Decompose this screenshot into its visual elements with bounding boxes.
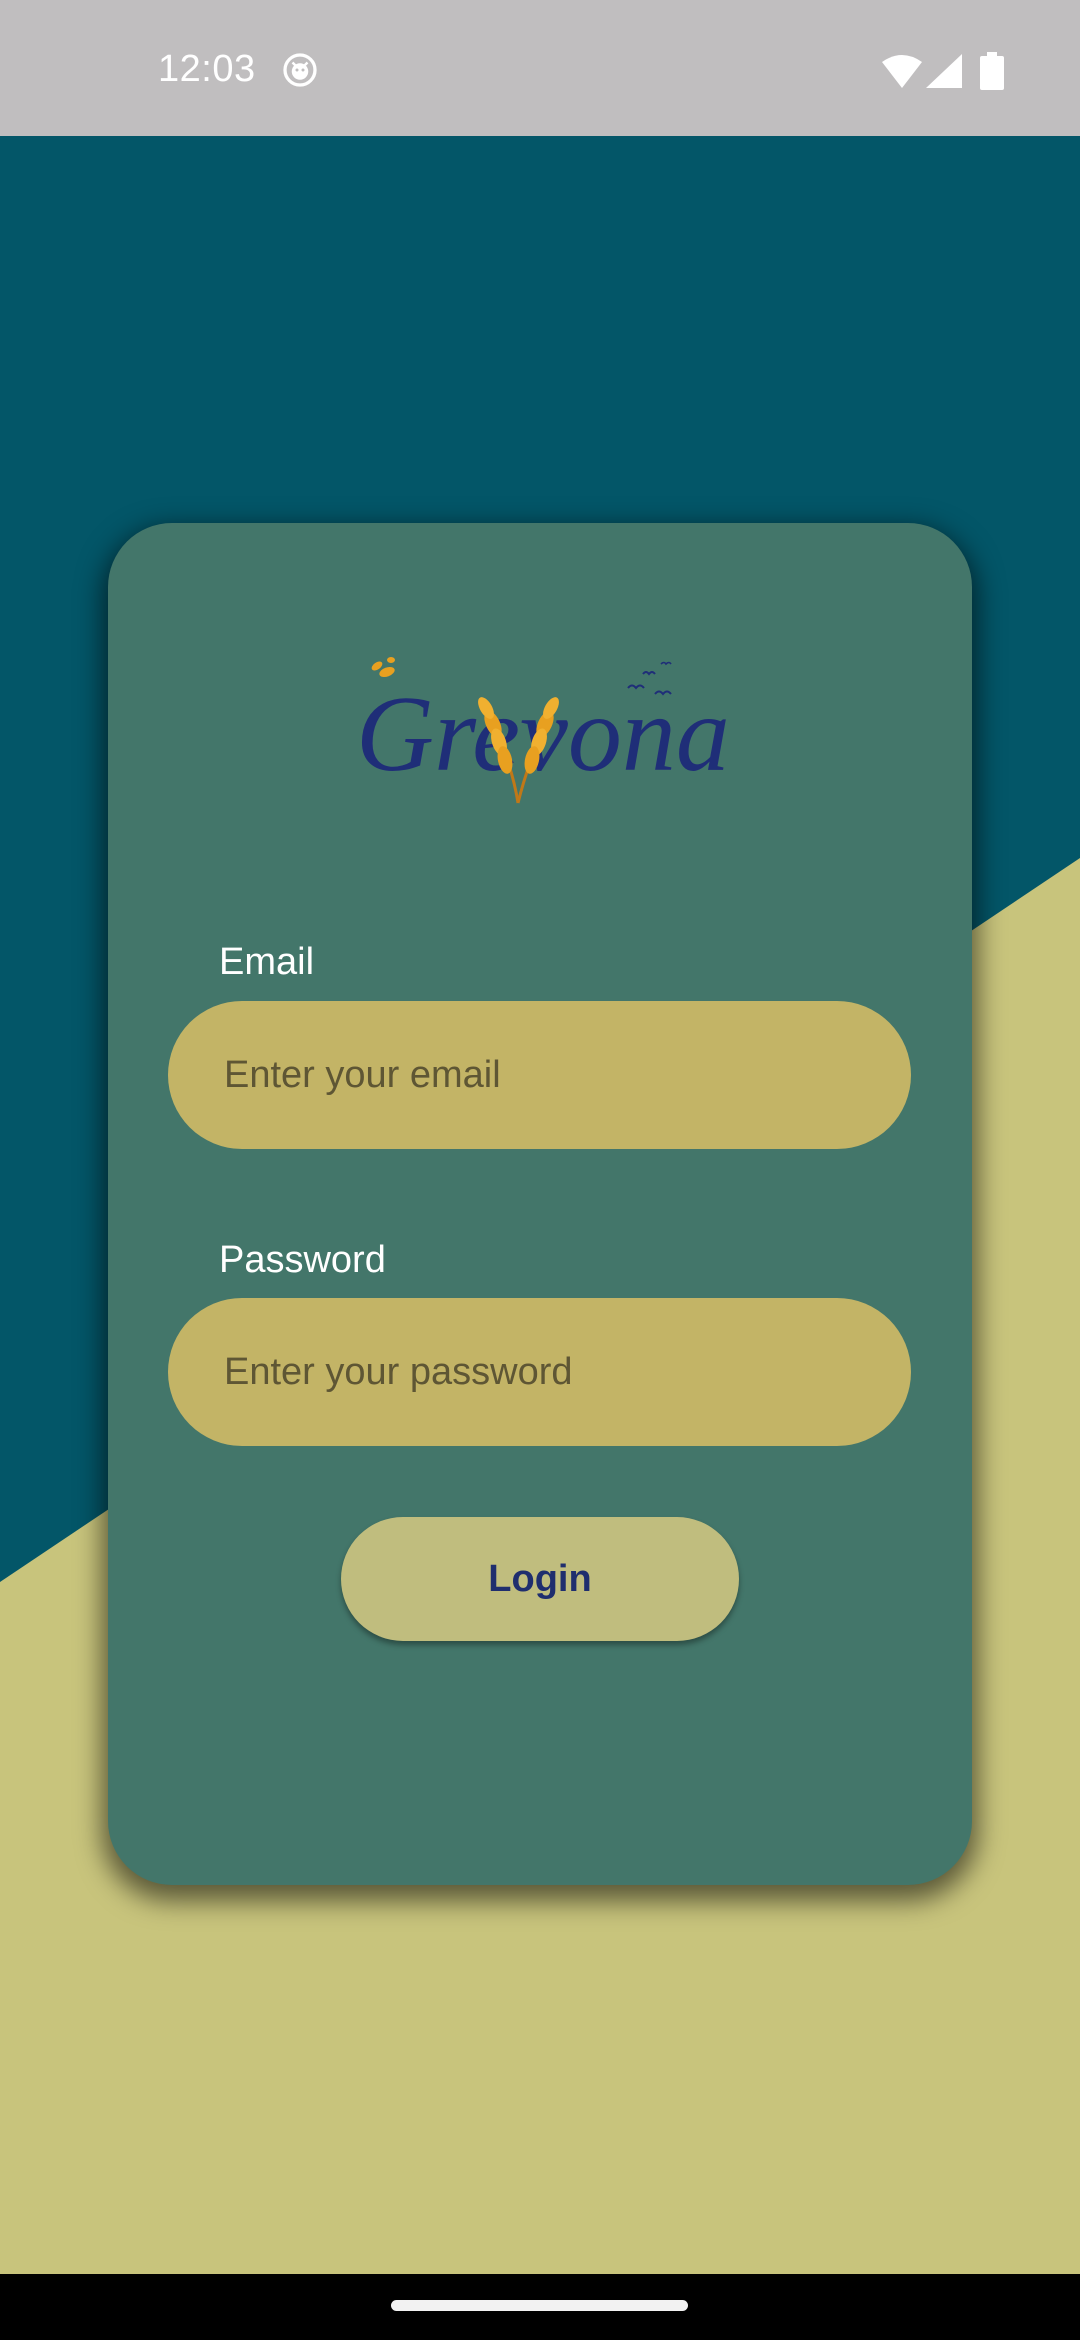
password-input[interactable] (168, 1298, 911, 1446)
login-button[interactable]: Login (341, 1517, 739, 1641)
navigation-bar (0, 2274, 1080, 2340)
password-label: Password (219, 1239, 386, 1281)
android-debug-icon (283, 53, 317, 87)
email-label: Email (219, 941, 315, 983)
home-gesture-handle[interactable] (391, 2300, 688, 2311)
email-input[interactable] (168, 1001, 911, 1149)
status-time: 12:03 (158, 48, 256, 90)
cell-signal-icon (926, 54, 962, 88)
battery-icon (980, 52, 1004, 90)
login-card: Grevona Email Password Login (108, 523, 972, 1885)
wifi-icon (882, 55, 922, 88)
brand-logo: Grevona (356, 657, 730, 804)
status-bar: 12:03 (0, 0, 1080, 136)
